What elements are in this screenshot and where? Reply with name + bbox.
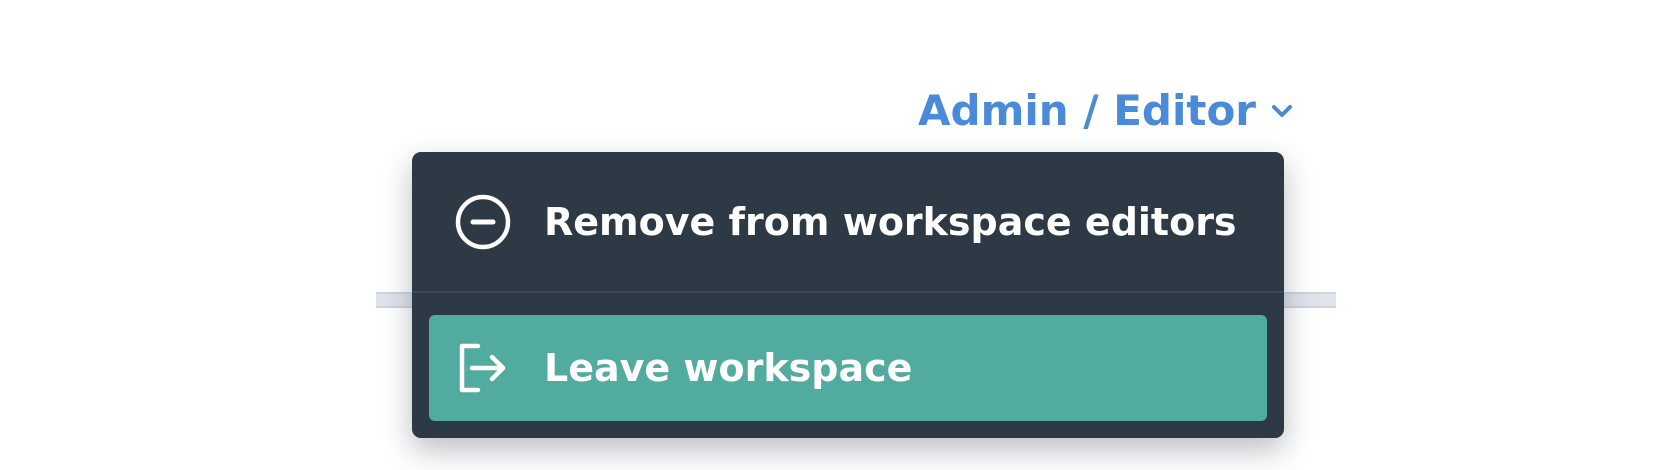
role-dropdown-label: Admin / Editor bbox=[918, 86, 1257, 135]
chevron-down-icon bbox=[1270, 99, 1294, 123]
role-dropdown-trigger[interactable]: Admin / Editor bbox=[918, 90, 1294, 132]
minus-circle-icon bbox=[454, 193, 512, 251]
menu-item-label: Remove from workspace editors bbox=[544, 200, 1237, 244]
role-dropdown-menu: Remove from workspace editors Leave work… bbox=[412, 152, 1284, 438]
sign-out-icon bbox=[454, 339, 512, 397]
menu-item-remove-from-editors[interactable]: Remove from workspace editors bbox=[412, 152, 1284, 292]
menu-divider bbox=[412, 291, 1284, 293]
page: Admin / Editor Remove from workspace edi… bbox=[0, 0, 1658, 470]
menu-item-label: Leave workspace bbox=[544, 346, 913, 390]
menu-item-leave-workspace[interactable]: Leave workspace bbox=[429, 315, 1267, 421]
